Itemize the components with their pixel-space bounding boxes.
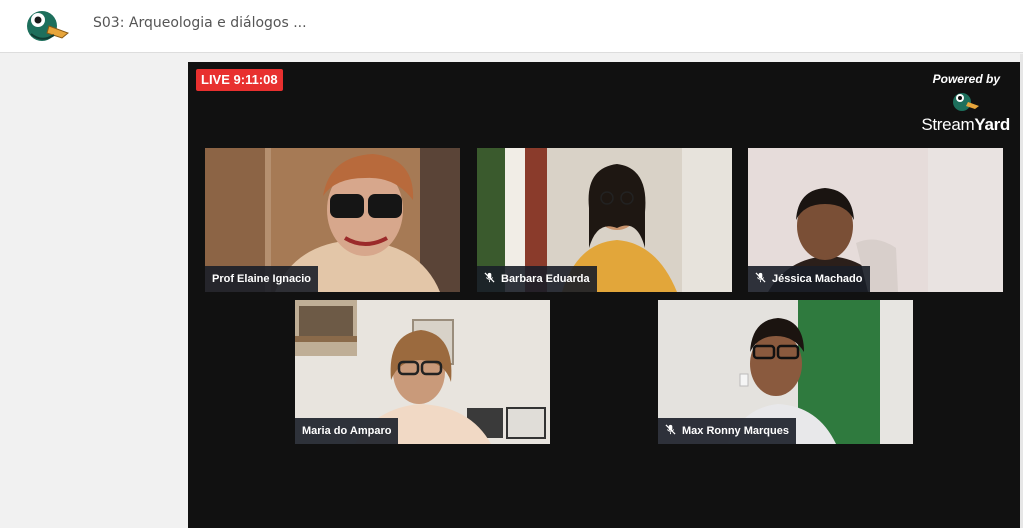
participant-name: Prof Elaine Ignacio bbox=[212, 273, 312, 285]
participant-name: Max Ronny Marques bbox=[682, 425, 789, 437]
participant-tile[interactable]: Maria do Amparo bbox=[295, 300, 550, 444]
participant-tile[interactable]: Prof Elaine Ignacio bbox=[205, 148, 460, 292]
live-badge: LIVE 9:11:08 bbox=[196, 69, 283, 91]
powered-by-streamyard: Powered by StreamYard bbox=[910, 72, 1010, 135]
participant-name: Barbara Eduarda bbox=[501, 273, 590, 285]
participant-name-tag: Prof Elaine Ignacio bbox=[205, 266, 319, 292]
stream-stage: LIVE 9:11:08 Powered by StreamYard Prof … bbox=[188, 62, 1020, 528]
page-title: S03: Arqueologia e diálogos ... bbox=[93, 15, 307, 31]
mic-off-icon bbox=[665, 424, 676, 435]
duck-logo-icon bbox=[953, 93, 979, 111]
participant-name-tag: Jéssica Machado bbox=[748, 266, 870, 292]
top-bar: S03: Arqueologia e diálogos ... bbox=[0, 0, 1023, 53]
participant-name-tag: Max Ronny Marques bbox=[658, 418, 796, 444]
participant-name-tag: Barbara Eduarda bbox=[477, 266, 597, 292]
participant-tile[interactable]: Max Ronny Marques bbox=[658, 300, 913, 444]
duck-logo-icon[interactable] bbox=[22, 4, 70, 44]
mic-off-icon bbox=[755, 272, 766, 283]
mic-off-icon bbox=[484, 272, 495, 283]
participant-tile[interactable]: Barbara Eduarda bbox=[477, 148, 732, 292]
participant-tile[interactable]: Jéssica Machado bbox=[748, 148, 1003, 292]
participant-name: Jéssica Machado bbox=[772, 273, 863, 285]
left-panel bbox=[0, 54, 188, 528]
brand-part2: Yard bbox=[974, 115, 1010, 134]
powered-by-label: Powered by bbox=[932, 72, 1000, 86]
streamyard-wordmark: StreamYard bbox=[910, 115, 1010, 135]
participant-name: Maria do Amparo bbox=[302, 425, 392, 437]
brand-part1: Stream bbox=[921, 115, 975, 134]
participant-name-tag: Maria do Amparo bbox=[295, 418, 399, 444]
